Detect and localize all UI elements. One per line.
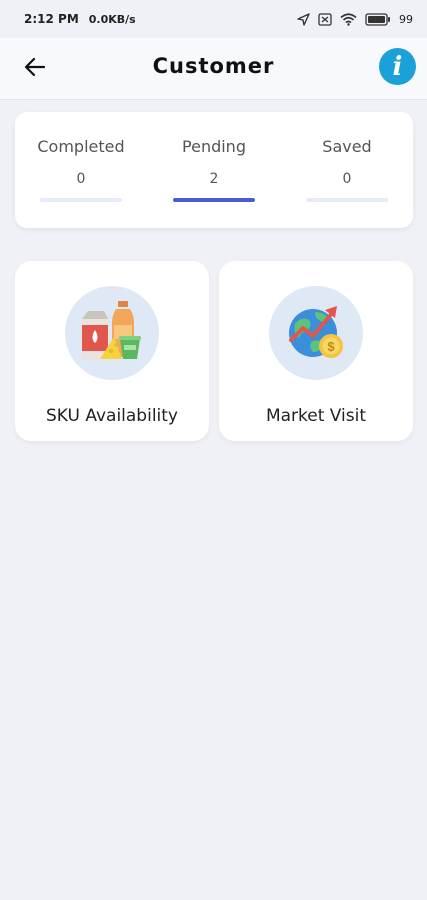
tab-saved[interactable]: Saved 0 (297, 112, 397, 228)
battery-level: 99 (399, 12, 413, 26)
status-network-speed: 0.0KB/s (88, 12, 136, 26)
sku-availability-tile[interactable]: SKU Availability (15, 261, 209, 441)
stat-value-completed: 0 (76, 171, 86, 187)
status-time: 2:12 PM (24, 12, 79, 26)
stat-indicator-pending (173, 198, 255, 202)
tab-pending[interactable]: Pending 2 (164, 112, 264, 228)
stat-value-pending: 2 (209, 171, 219, 187)
wifi-icon (340, 12, 357, 26)
stat-label-completed: Completed (37, 137, 125, 156)
grocery-products-icon (65, 286, 159, 380)
market-visit-tile[interactable]: $ Market Visit (219, 261, 413, 441)
app-bar: Customer i (0, 38, 427, 100)
stat-label-pending: Pending (182, 137, 246, 156)
market-visit-label: Market Visit (265, 406, 367, 426)
tab-completed[interactable]: Completed 0 (31, 112, 131, 228)
battery-icon (365, 12, 391, 26)
location-icon (297, 12, 310, 26)
svg-text:$: $ (327, 339, 335, 354)
info-icon: i (392, 51, 403, 82)
info-button[interactable]: i (379, 48, 416, 85)
page-title: Customer (152, 54, 275, 78)
globe-growth-icon: $ (269, 286, 363, 380)
sim-icon (318, 12, 332, 26)
stat-label-saved: Saved (322, 137, 372, 156)
stat-indicator-saved (306, 198, 388, 202)
stats-summary-card: Completed 0 Pending 2 Saved 0 (15, 112, 413, 228)
status-bar: 2:12 PM 0.0KB/s 99 (0, 0, 427, 38)
sku-availability-label: SKU Availability (46, 406, 178, 426)
stat-indicator-completed (40, 198, 122, 202)
stat-value-saved: 0 (342, 171, 352, 187)
